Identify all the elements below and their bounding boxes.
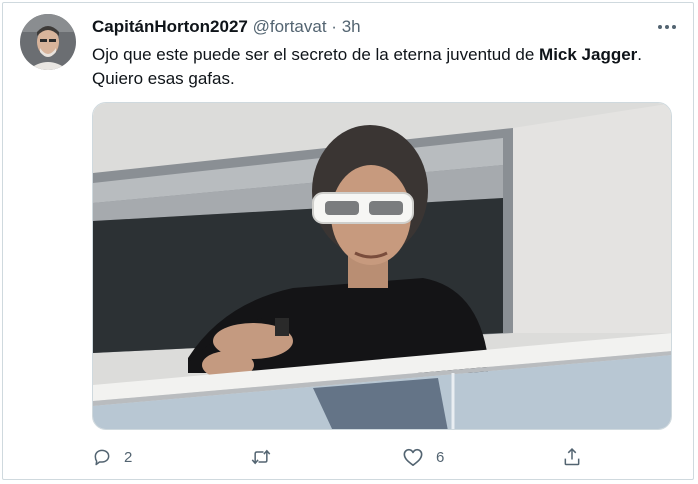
retweet-button[interactable] (250, 444, 284, 470)
like-count: 6 (436, 448, 445, 466)
photo (93, 103, 671, 429)
more-horizontal-icon (658, 25, 676, 29)
share-icon (564, 448, 580, 466)
like-button[interactable]: 6 (402, 444, 444, 470)
separator-dot: · (331, 17, 337, 36)
more-options-button[interactable] (656, 20, 678, 34)
reply-button[interactable]: 2 (92, 444, 132, 470)
tweet-text-before: Ojo que este puede ser el secreto de la … (92, 45, 540, 64)
avatar-image (20, 14, 76, 70)
retweet-icon (251, 449, 271, 465)
heart-icon (403, 448, 423, 466)
tweet-text: Ojo que este puede ser el secreto de la … (92, 43, 672, 91)
display-name[interactable]: CapitánHorton2027 (92, 17, 248, 36)
avatar[interactable] (20, 14, 76, 70)
reply-count: 2 (124, 448, 133, 466)
user-handle[interactable]: @fortavat (253, 17, 327, 36)
tweet-actions: 2 6 (92, 444, 592, 470)
reply-icon (94, 449, 110, 466)
tweet-header: CapitánHorton2027 @fortavat · 3h (92, 16, 361, 38)
mention-bold: Mick Jagger (539, 45, 638, 64)
tweet-media-image[interactable] (92, 102, 672, 430)
timestamp[interactable]: 3h (342, 17, 361, 36)
share-button[interactable] (562, 444, 582, 470)
